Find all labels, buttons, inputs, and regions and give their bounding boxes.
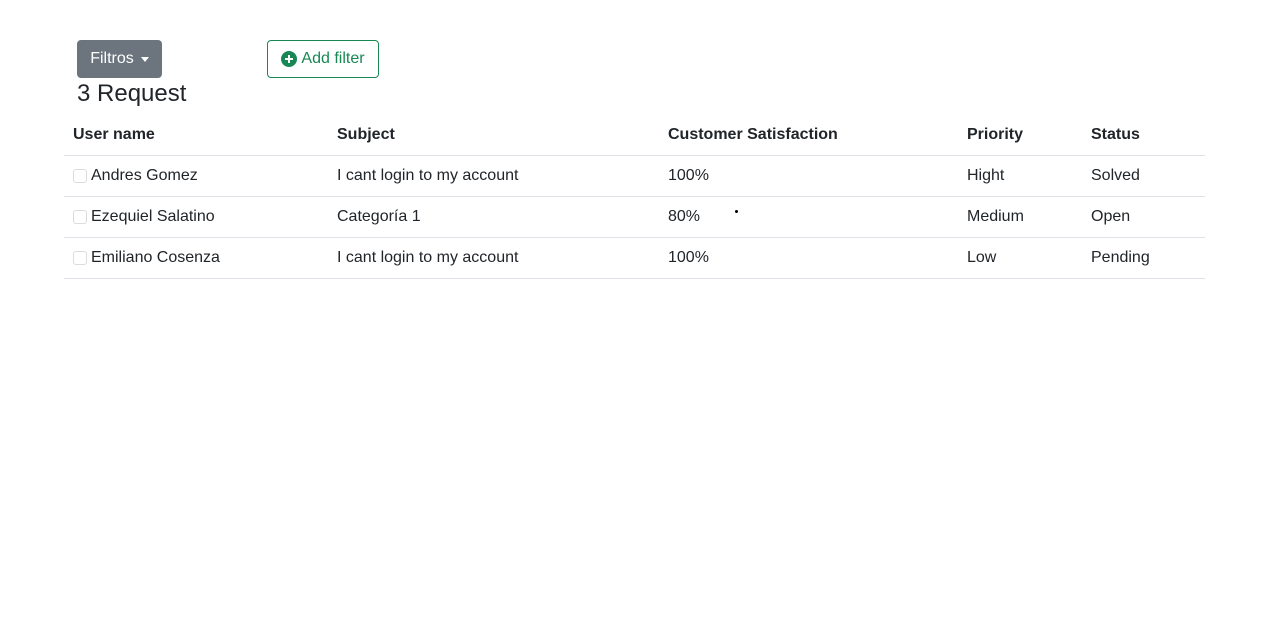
table-row[interactable]: Emiliano Cosenza I cant login to my acco…	[64, 237, 1205, 279]
user-name: Emiliano Cosenza	[91, 249, 220, 266]
user-cell: Andres Gomez	[64, 155, 328, 197]
row-checkbox[interactable]	[73, 210, 87, 224]
page-title: 3 Request	[77, 80, 187, 107]
satisfaction-cell: 100%	[659, 237, 958, 279]
requests-table: User name Subject Customer Satisfaction …	[64, 115, 1205, 279]
header-customer-satisfaction[interactable]: Customer Satisfaction	[659, 115, 958, 156]
add-filter-label: Add filter	[301, 50, 365, 67]
header-status[interactable]: Status	[1082, 115, 1205, 156]
filters-label: Filtros	[90, 50, 134, 67]
filters-dropdown-button[interactable]: Filtros	[77, 40, 162, 78]
status-cell: Pending	[1082, 237, 1205, 279]
user-cell: Emiliano Cosenza	[64, 237, 328, 279]
status-cell: Open	[1082, 196, 1205, 238]
user-name: Ezequiel Salatino	[91, 208, 215, 225]
satisfaction-cell: 100%	[659, 155, 958, 197]
subject-cell: I cant login to my account	[328, 237, 659, 279]
plus-circle-icon	[281, 51, 298, 67]
subject-cell: Categoría 1	[328, 196, 659, 238]
table-header-row: User name Subject Customer Satisfaction …	[64, 115, 1205, 156]
page: Filtros Add filter 3 Request User name S…	[0, 0, 1263, 635]
caret-down-icon	[140, 57, 149, 62]
table-row[interactable]: Ezequiel Salatino Categoría 1 80% Medium…	[64, 196, 1205, 238]
header-priority[interactable]: Priority	[958, 115, 1082, 156]
row-checkbox[interactable]	[73, 251, 87, 265]
subject-cell: I cant login to my account	[328, 155, 659, 197]
header-user-name[interactable]: User name	[64, 115, 328, 156]
row-checkbox[interactable]	[73, 169, 87, 183]
user-name: Andres Gomez	[91, 167, 198, 184]
priority-cell: Medium	[958, 196, 1082, 238]
header-subject[interactable]: Subject	[328, 115, 659, 156]
satisfaction-cell: 80%	[659, 196, 958, 238]
mouse-cursor-dot	[735, 210, 738, 213]
status-cell: Solved	[1082, 155, 1205, 197]
table-row[interactable]: Andres Gomez I cant login to my account …	[64, 155, 1205, 197]
user-cell: Ezequiel Salatino	[64, 196, 328, 238]
add-filter-button[interactable]: Add filter	[267, 40, 379, 78]
priority-cell: Low	[958, 237, 1082, 279]
priority-cell: Hight	[958, 155, 1082, 197]
